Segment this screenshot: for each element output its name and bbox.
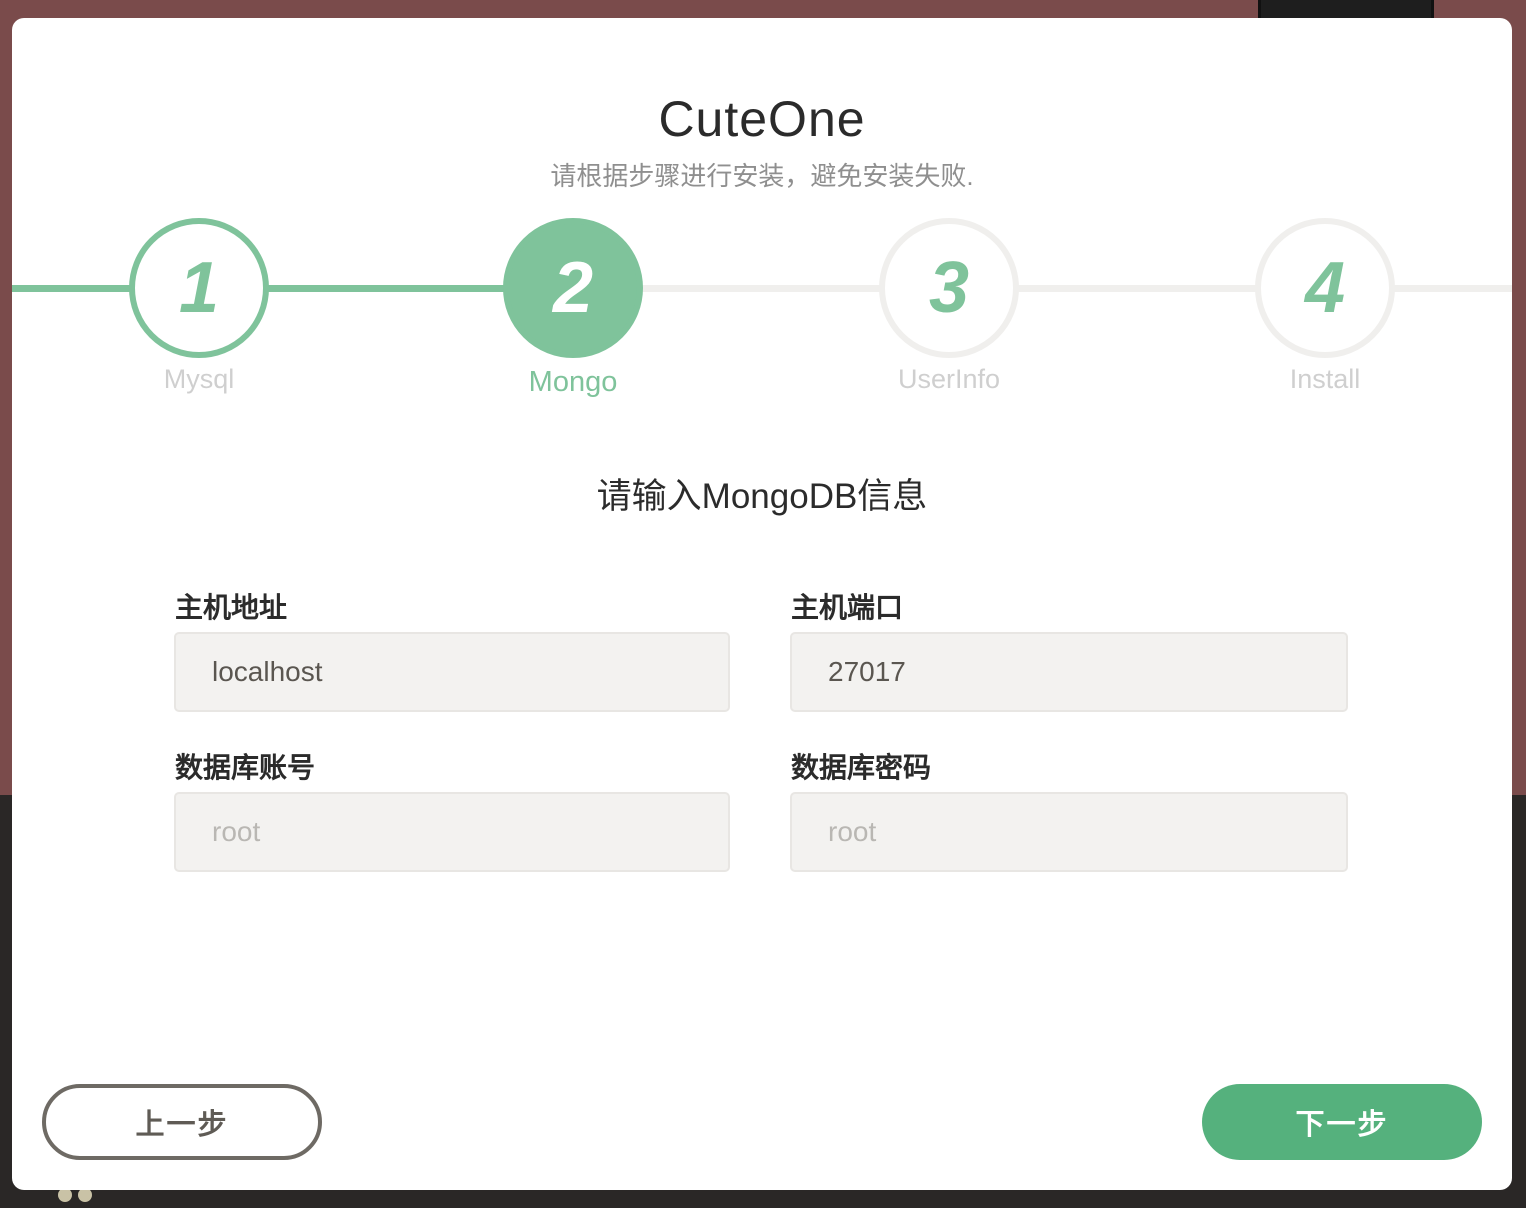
step-circle: 3 bbox=[879, 218, 1019, 358]
step-connector-done bbox=[12, 285, 572, 292]
host-label: 主机地址 bbox=[175, 592, 288, 623]
step-number: 4 bbox=[1304, 248, 1346, 328]
db-password-input[interactable] bbox=[790, 792, 1348, 872]
db-password-label: 数据库密码 bbox=[791, 752, 932, 783]
step-label: Mongo bbox=[528, 366, 618, 398]
next-step-button[interactable]: 下一步 bbox=[1202, 1084, 1482, 1160]
db-user-input[interactable] bbox=[174, 792, 730, 872]
step-number: 3 bbox=[928, 248, 970, 328]
form-title: 请输入MongoDB信息 bbox=[596, 477, 928, 516]
step-circle: 4 bbox=[1255, 218, 1395, 358]
prev-step-button[interactable]: 上一步 bbox=[42, 1084, 322, 1160]
host-input[interactable] bbox=[174, 632, 730, 712]
step-mongo: 2 Mongo bbox=[503, 218, 643, 398]
step-number: 2 bbox=[552, 248, 594, 328]
step-label: UserInfo bbox=[897, 364, 1001, 394]
app-title: CuteOne bbox=[658, 91, 866, 147]
step-install: 4 Install bbox=[1255, 218, 1395, 394]
step-label: Mysql bbox=[163, 364, 235, 394]
background-decoration-dots bbox=[58, 1188, 98, 1204]
background-decoration bbox=[1258, 0, 1434, 20]
step-label: Install bbox=[1289, 364, 1361, 394]
port-input[interactable] bbox=[790, 632, 1348, 712]
step-mysql: 1 Mysql bbox=[129, 218, 269, 394]
step-userinfo: 3 UserInfo bbox=[879, 218, 1019, 394]
step-circle: 1 bbox=[129, 218, 269, 358]
port-label: 主机端口 bbox=[791, 592, 904, 623]
app-subtitle: 请根据步骤进行安装，避免安装失败. bbox=[550, 161, 974, 191]
install-wizard-modal: CuteOne 请根据步骤进行安装，避免安装失败. 1 Mysql 2 Mong… bbox=[12, 18, 1512, 1190]
step-number: 1 bbox=[178, 248, 220, 328]
step-circle: 2 bbox=[503, 218, 643, 358]
db-user-label: 数据库账号 bbox=[175, 752, 316, 783]
